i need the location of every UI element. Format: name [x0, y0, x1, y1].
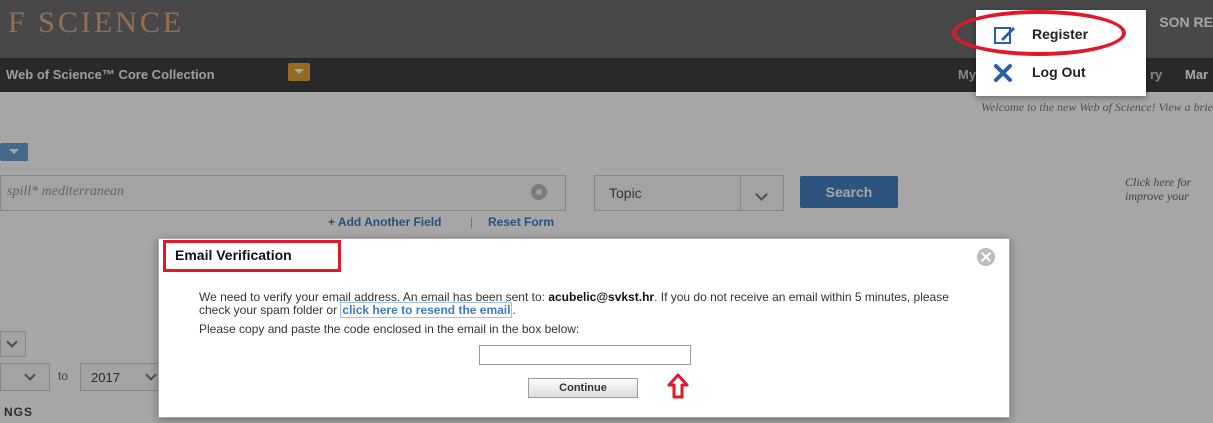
close-icon[interactable]	[977, 248, 995, 266]
email-address: acubelic@svkst.hr	[548, 290, 655, 304]
code-instruction: Please copy and paste the code enclosed …	[199, 322, 580, 336]
dialog-title: Email Verification	[175, 247, 292, 263]
log-out-label: Log Out	[1032, 64, 1086, 80]
register-highlight-annotation	[952, 10, 1126, 56]
continue-button[interactable]: Continue	[528, 378, 638, 398]
message-text: .	[512, 303, 516, 317]
resend-email-link[interactable]: click here to resend the email	[340, 302, 513, 318]
menu-item-log-out[interactable]: Log Out	[976, 54, 1146, 92]
arrow-up-icon	[667, 373, 689, 399]
dialog-message: We need to verify your email address. An…	[199, 290, 979, 318]
verification-code-input[interactable]	[479, 345, 691, 365]
screen: F SCIENCE SON RE Web of Science™ Core Co…	[0, 0, 1213, 423]
email-verification-dialog: Email Verification We need to verify you…	[158, 238, 1010, 418]
close-icon	[994, 64, 1012, 82]
